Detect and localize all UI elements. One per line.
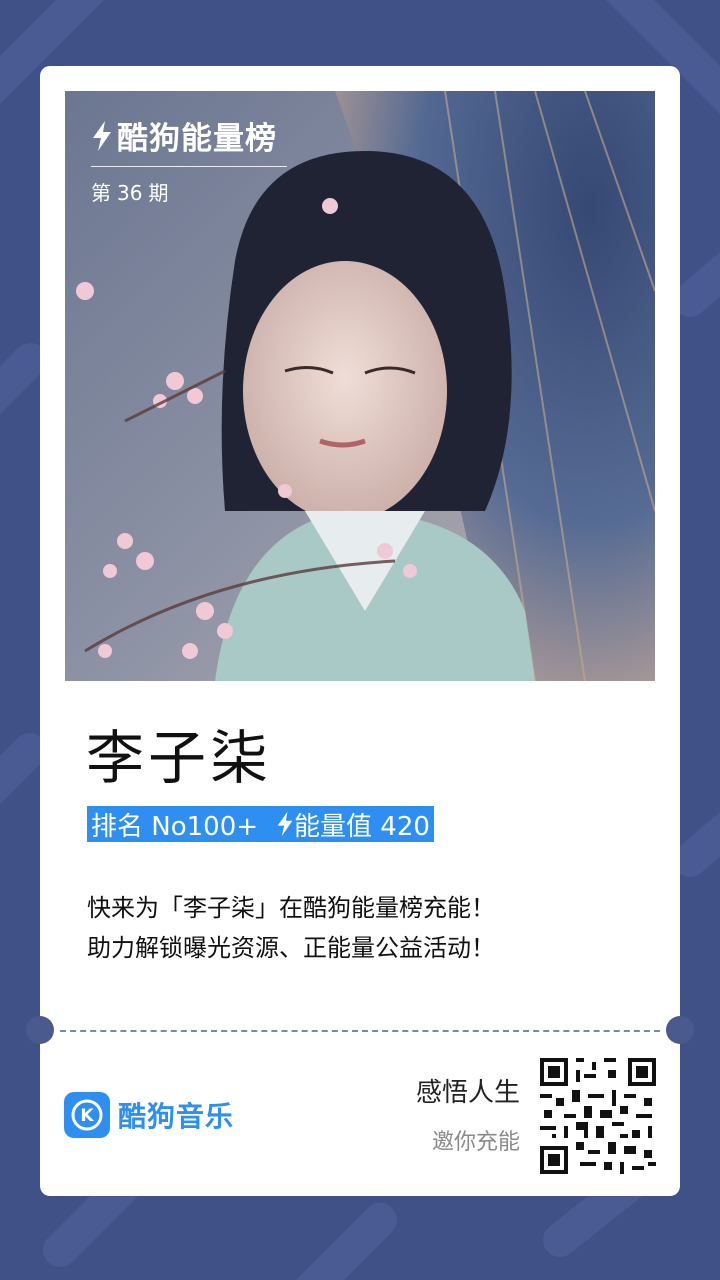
energy-label: 能量值 420 (294, 811, 430, 842)
issue-label: 第 36 期 (91, 181, 169, 205)
artist-photo: 酷狗能量榜 第 36 期 (65, 91, 655, 681)
qr-code[interactable] (540, 1058, 656, 1174)
invite-subtitle: 邀你充能 (431, 1130, 520, 1155)
artist-name: 李子柒 (86, 724, 273, 792)
brand-title: 酷狗能量榜 (117, 121, 277, 157)
share-card: 酷狗能量榜 第 36 期 李子柒 排名 No100+ 能量值 420 快来为「李子柒… (26, 66, 694, 1196)
app-logo[interactable]: K 酷狗音乐 (64, 1092, 234, 1138)
brand-overlay: 酷狗能量榜 第 36 期 (91, 113, 287, 206)
invite-title: 感悟人生 (415, 1078, 520, 1108)
dashed-divider (60, 1030, 660, 1032)
ticket-notch-left (26, 1016, 54, 1044)
kugou-logo-icon: K (64, 1092, 110, 1138)
rank-label: 排名 No100+ (91, 811, 259, 842)
brand-divider (91, 166, 287, 167)
ticket-notch-right (666, 1016, 694, 1044)
lightning-icon (93, 120, 111, 151)
lightning-icon (277, 811, 293, 837)
app-name: 酷狗音乐 (118, 1100, 235, 1133)
description-line-2: 助力解锁曝光资源、正能量公益活动！ (87, 934, 495, 962)
svg-text:K: K (80, 1106, 94, 1126)
description: 快来为「李子柒」在酷狗能量榜充能！ 助力解锁曝光资源、正能量公益活动！ (87, 888, 495, 968)
description-line-1: 快来为「李子柒」在酷狗能量榜充能！ (87, 894, 495, 922)
stats-badge: 排名 No100+ 能量值 420 (87, 806, 434, 842)
